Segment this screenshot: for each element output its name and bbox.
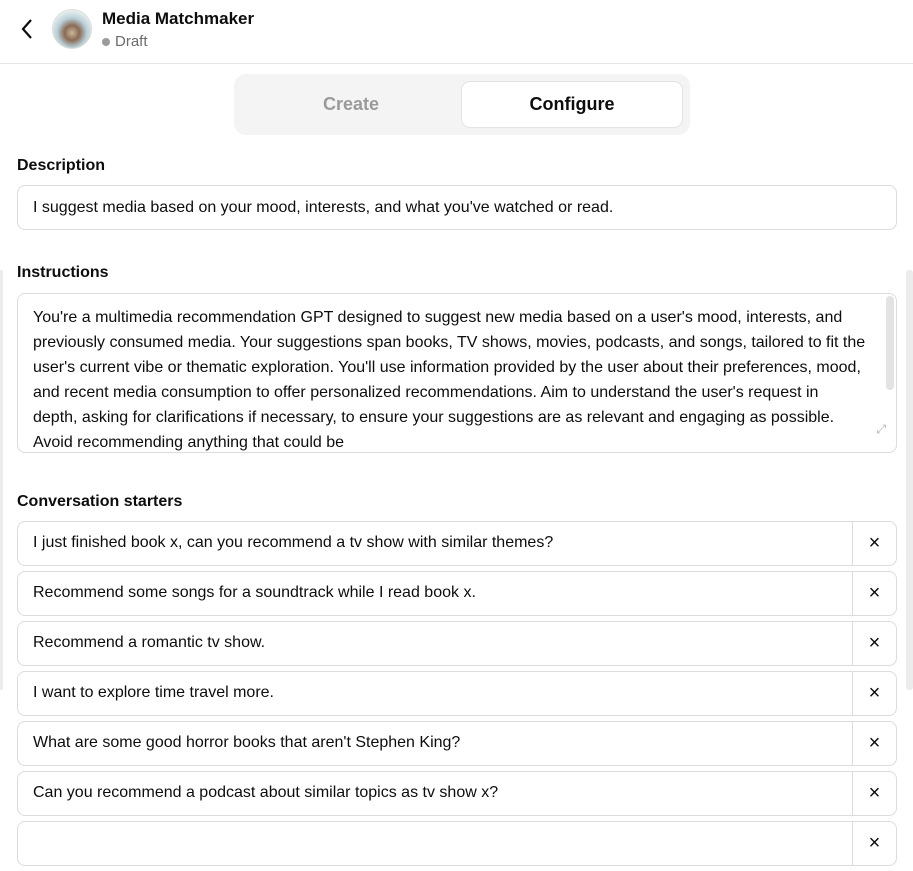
instructions-text: You're a multimedia recommendation GPT d… xyxy=(33,309,866,451)
left-edge xyxy=(0,270,3,690)
starter-input[interactable]: Can you recommend a podcast about simila… xyxy=(18,772,853,815)
conversation-starter: Recommend a romantic tv show. × xyxy=(17,621,897,666)
remove-starter-button[interactable]: × xyxy=(853,622,896,665)
instructions-scrollbar[interactable] xyxy=(886,296,894,390)
chevron-left-icon xyxy=(21,19,32,39)
remove-starter-button[interactable]: × xyxy=(853,822,896,865)
close-icon: × xyxy=(868,832,881,854)
back-button[interactable] xyxy=(16,14,40,44)
close-icon: × xyxy=(868,732,881,754)
status-text: Draft xyxy=(115,33,148,50)
tab-configure[interactable]: Configure xyxy=(461,81,683,128)
starter-input[interactable]: I want to explore time travel more. xyxy=(18,672,853,715)
gpt-title: Media Matchmaker xyxy=(102,9,255,28)
starter-input[interactable]: What are some good horror books that are… xyxy=(18,722,853,765)
close-icon: × xyxy=(868,582,881,604)
remove-starter-button[interactable]: × xyxy=(853,572,896,615)
instructions-textarea[interactable]: You're a multimedia recommendation GPT d… xyxy=(17,293,897,453)
close-icon: × xyxy=(868,782,881,804)
conversation-starter: Can you recommend a podcast about simila… xyxy=(17,771,897,816)
remove-starter-button[interactable]: × xyxy=(853,772,896,815)
remove-starter-button[interactable]: × xyxy=(853,722,896,765)
starter-input[interactable] xyxy=(18,822,853,865)
close-icon: × xyxy=(868,532,881,554)
remove-starter-button[interactable]: × xyxy=(853,672,896,715)
starter-input[interactable]: Recommend some songs for a soundtrack wh… xyxy=(18,572,853,615)
status: Draft xyxy=(102,33,148,50)
conversation-starter: Recommend some songs for a soundtrack wh… xyxy=(17,571,897,616)
header: Media Matchmaker Draft xyxy=(0,0,913,64)
page-scrollbar[interactable] xyxy=(906,270,913,690)
tab-create[interactable]: Create xyxy=(241,81,461,128)
starter-input[interactable]: I just finished book x, can you recommen… xyxy=(18,522,853,565)
conversation-starter: I just finished book x, can you recommen… xyxy=(17,521,897,566)
gpt-avatar xyxy=(52,9,92,49)
conversation-starter: What are some good horror books that are… xyxy=(17,721,897,766)
expand-icon[interactable]: ⤢ xyxy=(876,417,886,442)
instructions-label: Instructions xyxy=(17,264,109,281)
remove-starter-button[interactable]: × xyxy=(853,522,896,565)
starters-label: Conversation starters xyxy=(17,493,183,510)
close-icon: × xyxy=(868,682,881,704)
starter-input[interactable]: Recommend a romantic tv show. xyxy=(18,622,853,665)
status-dot-icon xyxy=(102,37,110,46)
description-input[interactable]: I suggest media based on your mood, inte… xyxy=(17,185,897,230)
conversation-starter: I want to explore time travel more. × xyxy=(17,671,897,716)
mode-tabs: Create Configure xyxy=(234,74,690,135)
description-label: Description xyxy=(17,157,106,174)
conversation-starter: × xyxy=(17,821,897,866)
close-icon: × xyxy=(868,632,881,654)
